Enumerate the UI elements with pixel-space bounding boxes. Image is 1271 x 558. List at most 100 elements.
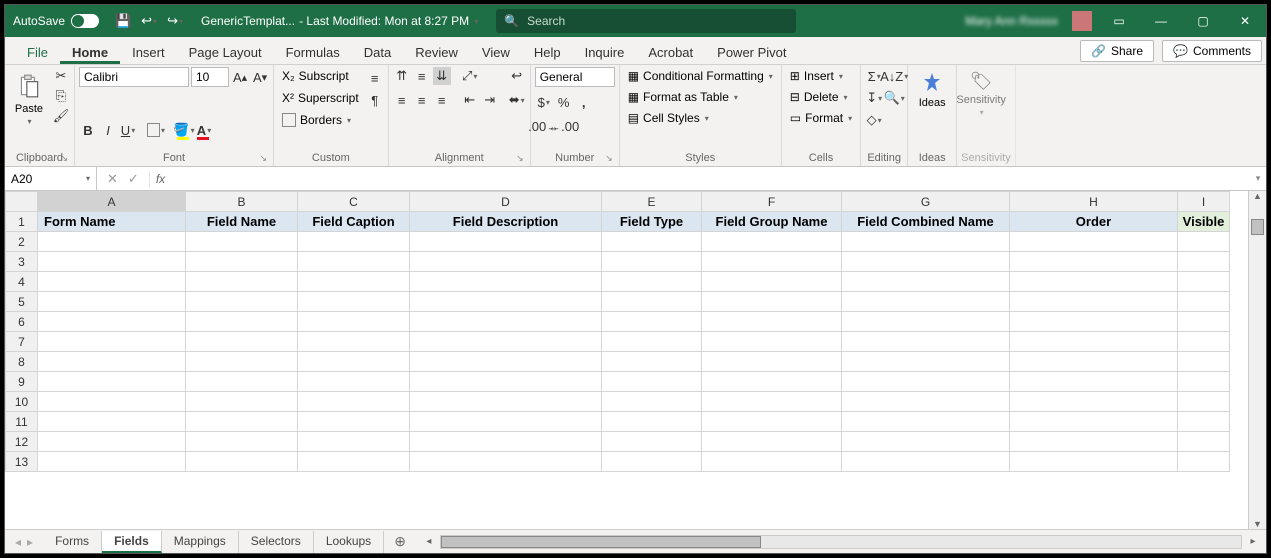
cell[interactable] bbox=[410, 332, 602, 352]
tab-page-layout[interactable]: Page Layout bbox=[177, 41, 274, 64]
row-header[interactable]: 7 bbox=[6, 332, 38, 352]
cell[interactable] bbox=[186, 392, 298, 412]
format-cells-button[interactable]: ▭Format▾ bbox=[786, 109, 856, 127]
subscript-button[interactable]: X₂Subscript bbox=[278, 67, 363, 85]
tab-data[interactable]: Data bbox=[352, 41, 403, 64]
add-sheet-button[interactable]: ⊕ bbox=[384, 533, 416, 550]
cell[interactable] bbox=[602, 252, 702, 272]
cell[interactable] bbox=[702, 332, 842, 352]
cell[interactable] bbox=[842, 332, 1010, 352]
cell[interactable] bbox=[1010, 412, 1178, 432]
cell[interactable] bbox=[1010, 432, 1178, 452]
percent-icon[interactable]: % bbox=[555, 93, 573, 111]
column-header[interactable]: I bbox=[1178, 192, 1230, 212]
comments-button[interactable]: 💬Comments bbox=[1162, 40, 1262, 62]
column-header[interactable]: D bbox=[410, 192, 602, 212]
format-as-table-button[interactable]: ▦Format as Table▾ bbox=[624, 88, 777, 106]
cell[interactable] bbox=[410, 312, 602, 332]
font-name-input[interactable] bbox=[79, 67, 189, 87]
sheet-tab-fields[interactable]: Fields bbox=[102, 531, 162, 553]
paste-button[interactable]: Paste▾ bbox=[9, 67, 49, 130]
cell[interactable] bbox=[410, 352, 602, 372]
cell[interactable] bbox=[186, 332, 298, 352]
cell[interactable] bbox=[602, 292, 702, 312]
scroll-right-icon[interactable]: ▸ bbox=[1246, 536, 1260, 547]
name-box[interactable]: A20▾ bbox=[5, 167, 97, 190]
cell[interactable] bbox=[298, 252, 410, 272]
undo-icon[interactable]: ↩▾ bbox=[141, 13, 157, 29]
table-header-cell[interactable]: Field Name bbox=[186, 212, 298, 232]
table-header-cell[interactable]: Order bbox=[1010, 212, 1178, 232]
share-button[interactable]: 🔗Share bbox=[1080, 40, 1154, 62]
insert-cells-button[interactable]: ⊞Insert▾ bbox=[786, 67, 856, 85]
decrease-decimal-icon[interactable]: ←.00 bbox=[555, 117, 573, 135]
decrease-font-icon[interactable]: A▾ bbox=[251, 68, 269, 86]
italic-button[interactable]: I bbox=[99, 121, 117, 139]
increase-indent-icon[interactable]: ⇥ bbox=[481, 91, 499, 109]
cell[interactable] bbox=[602, 392, 702, 412]
table-header-cell[interactable]: Field Caption bbox=[298, 212, 410, 232]
cell[interactable] bbox=[298, 372, 410, 392]
table-header-cell[interactable]: Form Name bbox=[38, 212, 186, 232]
cut-icon[interactable]: ✂ bbox=[52, 67, 70, 85]
cell[interactable] bbox=[842, 452, 1010, 472]
currency-icon[interactable]: $▾ bbox=[535, 93, 553, 111]
tab-file[interactable]: File bbox=[15, 41, 60, 64]
cell[interactable] bbox=[602, 352, 702, 372]
cell[interactable] bbox=[186, 412, 298, 432]
bullets-icon[interactable]: ≡ bbox=[366, 69, 384, 87]
cell[interactable] bbox=[702, 292, 842, 312]
font-size-input[interactable] bbox=[191, 67, 229, 87]
minimize-button[interactable]: — bbox=[1140, 5, 1182, 37]
align-top-icon[interactable]: ⇈ bbox=[393, 67, 411, 85]
filename-area[interactable]: GenericTemplat... - Last Modified: Mon a… bbox=[191, 14, 488, 28]
row-header[interactable]: 4 bbox=[6, 272, 38, 292]
scrollbar-thumb[interactable] bbox=[1251, 219, 1264, 235]
ideas-button[interactable]: Ideas bbox=[912, 67, 952, 113]
cell[interactable] bbox=[298, 232, 410, 252]
cell[interactable] bbox=[298, 332, 410, 352]
row-header[interactable]: 1 bbox=[6, 212, 38, 232]
cell[interactable] bbox=[410, 372, 602, 392]
cell[interactable] bbox=[1178, 232, 1230, 252]
cell[interactable] bbox=[186, 452, 298, 472]
cell[interactable] bbox=[1178, 252, 1230, 272]
dialog-launcher-icon[interactable]: ↘ bbox=[516, 153, 524, 164]
decrease-indent-icon[interactable]: ⇤ bbox=[461, 91, 479, 109]
cell[interactable] bbox=[410, 292, 602, 312]
cell[interactable] bbox=[842, 312, 1010, 332]
cell[interactable] bbox=[1010, 232, 1178, 252]
expand-formula-bar-icon[interactable]: ▾ bbox=[1250, 173, 1266, 184]
cell[interactable] bbox=[842, 372, 1010, 392]
cell[interactable] bbox=[1010, 272, 1178, 292]
column-header[interactable]: G bbox=[842, 192, 1010, 212]
spreadsheet-grid[interactable]: ABCDEFGHI1Form NameField NameField Capti… bbox=[5, 191, 1248, 529]
column-header[interactable]: C bbox=[298, 192, 410, 212]
cell[interactable] bbox=[842, 432, 1010, 452]
cell[interactable] bbox=[1178, 312, 1230, 332]
sheet-tab-mappings[interactable]: Mappings bbox=[162, 531, 239, 553]
cancel-formula-icon[interactable]: ✕ bbox=[107, 171, 118, 187]
cell[interactable] bbox=[702, 252, 842, 272]
cell[interactable] bbox=[1178, 272, 1230, 292]
cell[interactable] bbox=[298, 452, 410, 472]
align-right-icon[interactable]: ≡ bbox=[433, 91, 451, 109]
table-header-cell[interactable]: Field Description bbox=[410, 212, 602, 232]
cell[interactable] bbox=[186, 372, 298, 392]
cell[interactable] bbox=[38, 232, 186, 252]
fill-icon[interactable]: ↧▾ bbox=[865, 89, 883, 107]
paragraph-icon[interactable]: ¶ bbox=[366, 91, 384, 109]
avatar[interactable] bbox=[1072, 11, 1092, 31]
redo-icon[interactable]: ↪▾ bbox=[167, 13, 183, 29]
cell[interactable] bbox=[1178, 432, 1230, 452]
tab-formulas[interactable]: Formulas bbox=[274, 41, 352, 64]
copy-icon[interactable]: ⎘ bbox=[52, 87, 70, 105]
cell[interactable] bbox=[702, 312, 842, 332]
scroll-down-icon[interactable]: ▼ bbox=[1249, 519, 1266, 529]
cell[interactable] bbox=[38, 432, 186, 452]
cell[interactable] bbox=[38, 292, 186, 312]
cell[interactable] bbox=[1178, 452, 1230, 472]
tab-review[interactable]: Review bbox=[403, 41, 470, 64]
cell[interactable] bbox=[602, 372, 702, 392]
cell[interactable] bbox=[1178, 292, 1230, 312]
